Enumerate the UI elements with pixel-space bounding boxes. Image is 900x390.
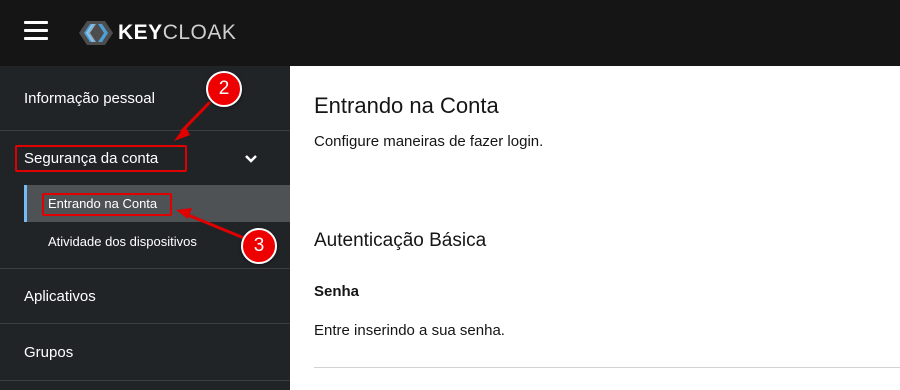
sidebar-subitem-label: Entrando na Conta xyxy=(48,196,158,211)
keycloak-logo-icon xyxy=(79,21,113,45)
sidebar-item-groups[interactable]: Grupos xyxy=(0,324,290,380)
sidebar-item-label: Segurança da conta xyxy=(24,149,159,167)
main-content: Entrando na Conta Configure maneiras de … xyxy=(290,66,900,390)
masthead: KEYCLOAK xyxy=(0,0,900,66)
page-subtitle: Configure maneiras de fazer login. xyxy=(314,133,544,150)
section-title: Autenticação Básica xyxy=(314,230,487,251)
sidebar-subitem-label: Atividade dos dispositivos xyxy=(48,233,197,249)
sidebar-item-label: Aplicativos xyxy=(24,287,96,305)
sidebar-subitem-signing-in[interactable]: Entrando na Conta xyxy=(24,185,290,222)
sidebar-divider xyxy=(0,380,290,381)
sidebar-item-label: Grupos xyxy=(24,343,74,361)
password-title: Senha xyxy=(314,283,360,300)
sidebar-item-applications[interactable]: Aplicativos xyxy=(0,269,290,323)
page-title: Entrando na Conta xyxy=(314,93,499,118)
sidebar-item-label: Informação pessoal xyxy=(24,89,155,107)
annotation-badge-3: 3 xyxy=(241,228,277,264)
hamburger-menu-icon[interactable] xyxy=(24,21,48,41)
annotation-badge-2: 2 xyxy=(206,71,242,107)
sidebar-item-personal-info[interactable]: Informação pessoal xyxy=(0,66,290,130)
password-description: Entre inserindo a sua senha. xyxy=(314,322,505,339)
content-divider xyxy=(314,367,900,368)
chevron-down-icon[interactable] xyxy=(244,154,258,164)
logo-text: KEYCLOAK xyxy=(118,21,237,44)
keycloak-logo[interactable]: KEYCLOAK xyxy=(78,19,236,47)
